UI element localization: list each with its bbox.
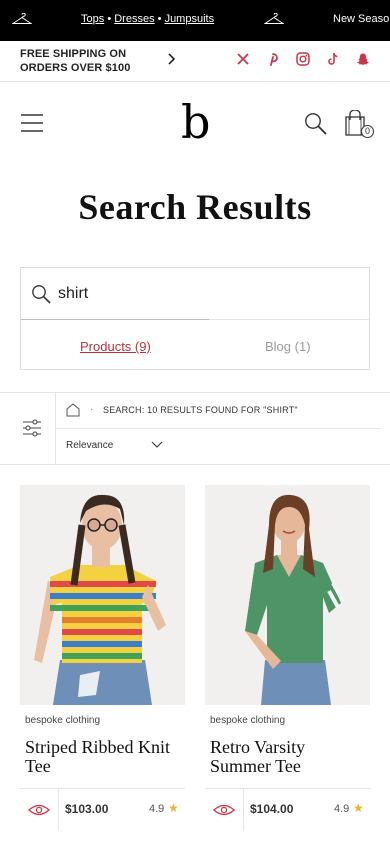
ticker-links: Tops • Dresses • Jumpsuits	[81, 13, 214, 25]
x-icon[interactable]	[236, 52, 250, 66]
product-rating: 4.9	[149, 803, 165, 815]
chevron-down-icon	[151, 441, 163, 448]
breadcrumb-current: SEARCH: 10 RESULTS FOUND FOR "SHIRT"	[103, 405, 298, 415]
cart-count-badge: 0	[361, 125, 374, 138]
pinterest-icon[interactable]	[266, 52, 280, 66]
product-photo-striped-tee	[20, 485, 185, 705]
product-meta: $104.00 4.9 ★	[205, 788, 370, 831]
tab-blog[interactable]: Blog (1)	[265, 339, 311, 354]
tiktok-icon[interactable]	[326, 52, 340, 66]
breadcrumb: · SEARCH: 10 RESULTS FOUND FOR "SHIRT"	[56, 393, 380, 429]
product-image[interactable]	[20, 485, 185, 705]
eye-icon[interactable]	[28, 804, 50, 816]
instagram-icon[interactable]	[296, 52, 310, 66]
product-price: $104.00	[250, 802, 294, 816]
search-icon[interactable]	[304, 112, 328, 136]
star-icon: ★	[353, 801, 364, 815]
free-shipping-text: FREE SHIPPING ON ORDERS OVER $100	[20, 48, 131, 74]
search-input[interactable]	[58, 281, 208, 307]
chevron-right-icon[interactable]	[166, 52, 176, 66]
hanger-icon	[264, 13, 284, 24]
ticker-link-dresses[interactable]: Dresses	[114, 13, 154, 25]
sort-value: Relevance	[66, 440, 114, 451]
breadcrumb-separator: ·	[90, 404, 94, 415]
announcement-ticker: Tops • Dresses • Jumpsuits New Season	[0, 0, 390, 41]
hanger-icon	[12, 13, 32, 24]
sort-dropdown[interactable]: Relevance	[66, 440, 163, 451]
home-icon[interactable]	[66, 403, 80, 417]
search-panel: Products (9) Blog (1)	[20, 267, 370, 370]
sliders-icon	[23, 419, 41, 437]
product-card[interactable]: bespoke clothing Striped Ribbed Knit Tee…	[20, 485, 186, 831]
ticker-new-season[interactable]: New Season	[333, 13, 390, 25]
search-field[interactable]	[21, 268, 369, 320]
product-photo-varsity-tee	[205, 485, 370, 705]
divider	[243, 789, 244, 831]
product-brand: bespoke clothing	[210, 715, 286, 726]
menu-icon[interactable]	[21, 114, 43, 132]
product-rating: 4.9	[334, 803, 350, 815]
product-name[interactable]: Retro Varsity Summer Tee	[210, 738, 370, 776]
filter-bar: · SEARCH: 10 RESULTS FOUND FOR "SHIRT" R…	[0, 392, 390, 465]
brand-logo[interactable]: b	[181, 96, 210, 148]
search-icon	[32, 285, 51, 304]
snapchat-icon[interactable]	[356, 52, 370, 66]
search-input-underline	[21, 319, 209, 320]
product-meta: $103.00 4.9 ★	[20, 788, 185, 831]
ticker-separator: •	[157, 13, 162, 25]
ticker-separator: •	[107, 13, 112, 25]
eye-icon[interactable]	[213, 804, 235, 816]
page-title: Search Results	[78, 187, 312, 227]
ticker-link-tops[interactable]: Tops	[81, 13, 104, 25]
tab-products[interactable]: Products (9)	[80, 339, 151, 354]
product-brand: bespoke clothing	[25, 715, 101, 726]
ticker-link-jumpsuits[interactable]: Jumpsuits	[165, 13, 215, 25]
product-price: $103.00	[65, 802, 109, 816]
filter-button[interactable]	[0, 393, 56, 464]
product-card[interactable]: bespoke clothing Retro Varsity Summer Te…	[205, 485, 371, 831]
divider	[58, 789, 59, 831]
product-image[interactable]	[205, 485, 370, 705]
shipping-bar: FREE SHIPPING ON ORDERS OVER $100	[0, 41, 390, 82]
star-icon: ★	[168, 801, 179, 815]
product-name[interactable]: Striped Ribbed Knit Tee	[25, 738, 185, 776]
